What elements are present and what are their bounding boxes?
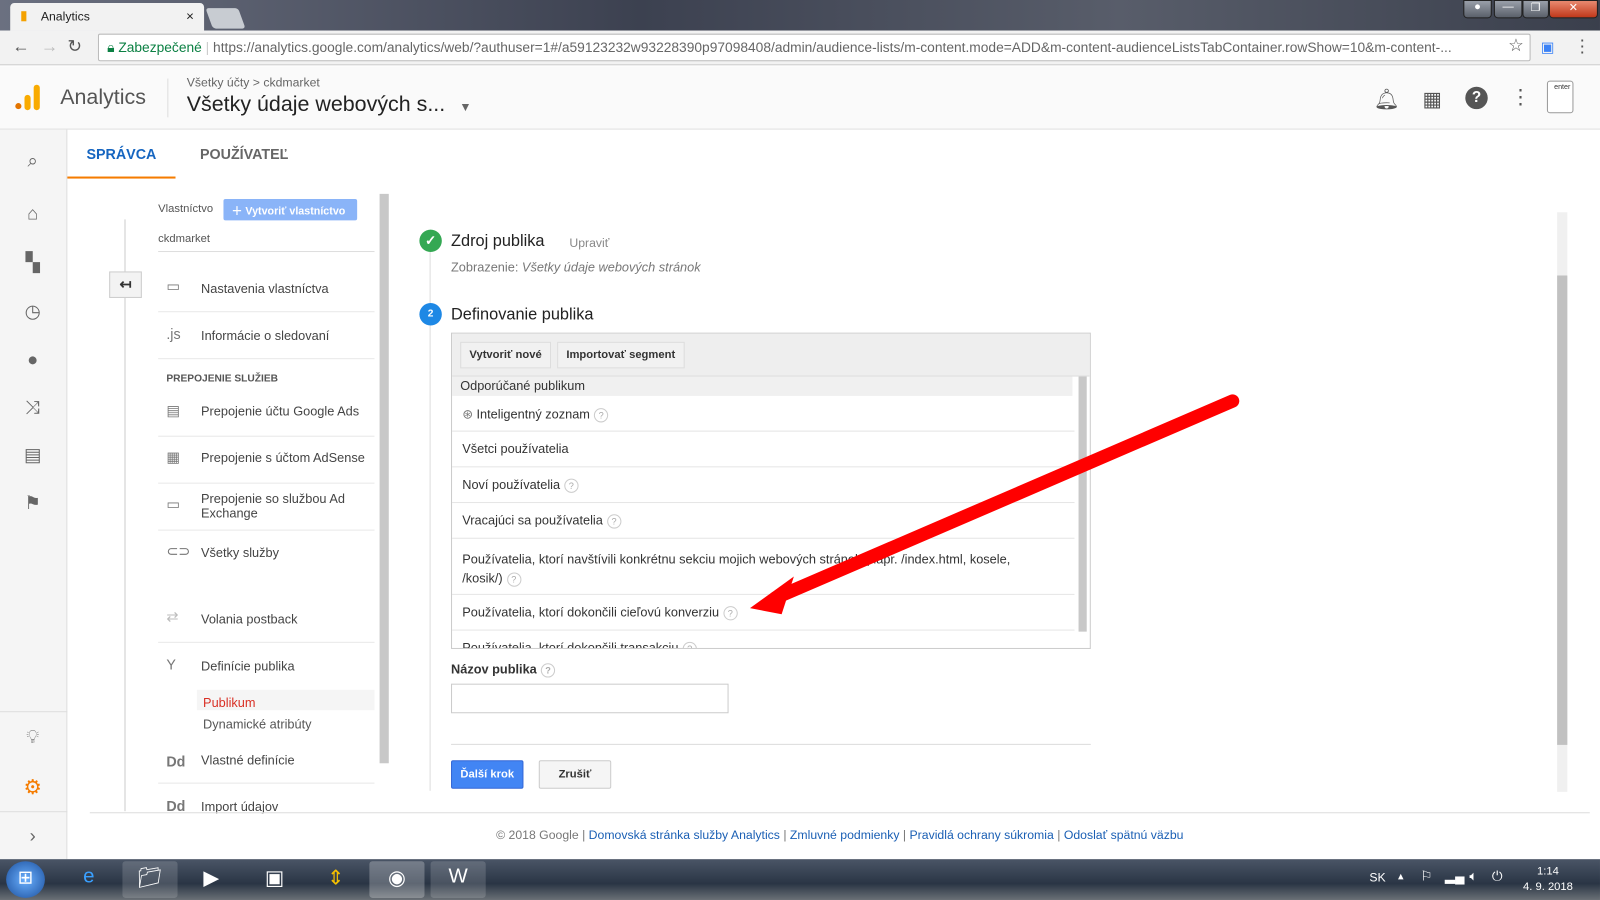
date: 4. 9. 2018 (1522, 880, 1573, 893)
ie-icon[interactable]: e (61, 861, 116, 898)
word-icon[interactable]: W (430, 861, 486, 898)
volume-icon[interactable]: 🔈︎ (1469, 868, 1477, 884)
annotation-arrow (749, 394, 1240, 615)
separator: | (902, 827, 907, 842)
power-icon[interactable]: ⏻ (1492, 868, 1503, 884)
clock[interactable]: 1:14 4. 9. 2018 (1516, 864, 1579, 895)
network-icon[interactable]: ▂▄ (1445, 868, 1465, 884)
separator: | (783, 827, 787, 842)
tray-expand-icon[interactable]: ▴ (1398, 869, 1404, 882)
footer-link-privacy[interactable]: Pravidlá ochrany súkromia (910, 828, 1054, 842)
time: 1:14 (1537, 865, 1559, 878)
media-player-icon[interactable]: ▶ (184, 861, 239, 898)
taskbar: ⊞ e 📁︎ ▶ ▣ ⇕ ◉ W SK ▴ ⚐ ▂▄ 🔈︎ ⏻ 1:14 4. 9… (0, 859, 1600, 900)
arrow-shaft (768, 394, 1240, 605)
arrow-head (749, 576, 794, 615)
chrome-icon[interactable]: ◉ (369, 861, 425, 898)
separator: | (1057, 827, 1061, 842)
app-icon[interactable]: ▣ (247, 861, 302, 898)
updater-icon[interactable]: ⇕ (308, 861, 363, 898)
page-scrollbar[interactable] (1557, 212, 1568, 792)
footer-link-terms[interactable]: Zmluvné podmienky (790, 828, 900, 842)
action-center-icon[interactable]: ⚐ (1420, 868, 1432, 884)
footer: © 2018 Google | Domovská stránka služby … (0, 828, 1600, 842)
separator: | (582, 827, 586, 842)
footer-link-home[interactable]: Domovská stránka služby Analytics (589, 828, 780, 842)
language-indicator[interactable]: SK (1369, 870, 1385, 884)
explorer-icon[interactable]: 📁︎ (122, 861, 178, 898)
footer-link-feedback[interactable]: Odoslať spätnú väzbu (1064, 828, 1184, 842)
copyright: © 2018 Google (496, 827, 579, 842)
start-button[interactable]: ⊞ (6, 861, 45, 898)
